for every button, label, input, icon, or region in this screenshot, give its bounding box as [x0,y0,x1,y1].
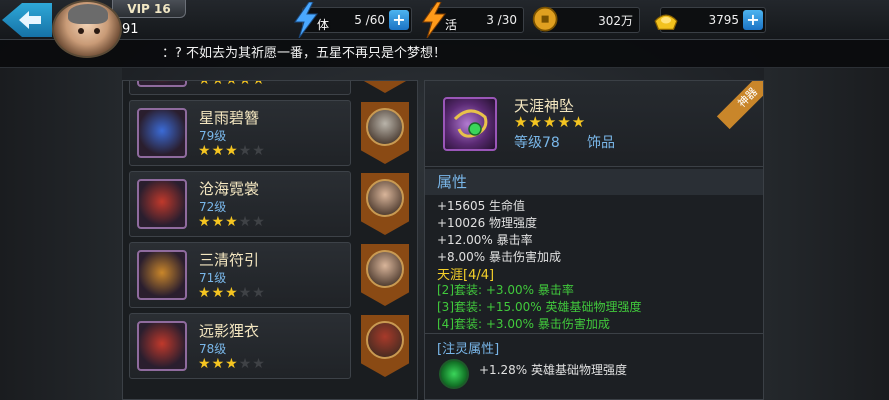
divider [425,333,763,334]
item-level: 79级 [199,129,227,143]
equipped-hero-tab[interactable] [361,81,409,93]
right-rail-decoration [764,68,889,400]
equipped-hero-tab[interactable] [361,315,409,377]
equipment-list[interactable]: 远影血镯81级★★★★★星雨碧簪79级★★★★★沧海霓裳72级★★★★★三清符引… [122,80,418,400]
set-bonus-line: [4]套装: +3.00% 暴击伤害加成 [437,317,610,331]
star-filled-icon: ★ [198,285,212,301]
attribute-line: +12.00% 暴击率 [437,233,533,247]
equipment-type: 饰品 [587,135,615,151]
star-empty-icon: ★ [238,285,253,301]
hero-portrait-icon [366,179,404,217]
spirit-title: [注灵属性] [437,342,500,357]
star-empty-icon: ★ [252,143,266,159]
hero-portrait-icon [366,250,404,288]
equipped-hero-tab[interactable] [361,102,409,164]
player-avatar[interactable] [52,0,122,58]
star-empty-icon: ★ [252,356,266,372]
star-filled-icon: ★ [225,285,239,301]
item-level: 78级 [199,342,227,356]
vip-badge: VIP 16 [112,0,186,18]
top-bar: VIP 16 91 体 5 /60 + 活 3 /30 302万 3795 + [0,0,889,58]
equipment-stars: ★★★★★ [514,113,587,131]
spirit-swirl-icon [439,359,469,389]
gold-counter: 3795 + [654,7,766,33]
energy-counter: 活 3 /30 [422,2,524,38]
hero-portrait-icon [366,108,404,146]
star-empty-icon: ★ [238,143,253,159]
star-filled-icon: ★ [198,214,212,230]
item-star-rating: ★★★★★ [198,285,266,301]
star-filled-icon: ★ [225,80,239,88]
hairpin-icon [137,108,187,158]
attribute-line: +8.00% 暴击伤害加成 [437,250,561,264]
spirit-value: +1.28% 英雄基础物理强度 [479,363,627,377]
star-filled-icon: ★ [211,356,226,372]
item-level: 72级 [199,200,227,214]
star-filled-icon: ★ [225,143,239,159]
equipment-list-item[interactable]: 远影血镯81级★★★★★ [129,80,351,95]
equipped-hero-tab[interactable] [361,173,409,235]
detail-header: 天涯神坠 ★★★★★ 等级78 饰品 神器 [425,81,763,167]
star-empty-icon: ★ [252,214,266,230]
star-filled-icon: ★ [211,80,226,88]
star-filled-icon: ★ [198,80,212,88]
item-name: 三清符引 [199,251,260,269]
stamina-counter: 体 5 /60 + [294,2,412,38]
player-level: 91 [122,22,139,37]
item-name: 沧海霓裳 [199,180,260,198]
star-empty-icon: ★ [238,214,253,230]
attributes-title: 属性 [425,169,763,195]
star-filled-icon: ★ [211,285,226,301]
equipment-level: 等级78 [514,135,560,151]
item-level: 71级 [199,271,227,285]
robe-icon [137,179,187,229]
equipment-detail-panel: 天涯神坠 ★★★★★ 等级78 饰品 神器 属性 +15605 生命值 +100… [424,80,764,400]
back-button[interactable] [2,3,52,37]
star-filled-icon: ★ [198,143,212,159]
item-star-rating: ★★★★★ [198,80,266,88]
equipment-list-item[interactable]: 星雨碧簪 79级 ★★★★★ [129,100,351,166]
talisman-icon [137,250,187,300]
attribute-line: +15605 生命值 [437,199,526,213]
add-stamina-button[interactable]: + [389,10,409,30]
coin-icon [532,6,558,32]
set-bonus-line: [2]套装: +3.00% 暴击率 [437,283,574,297]
left-rail-decoration [0,68,122,400]
star-empty-icon: ★ [252,285,266,301]
star-filled-icon: ★ [211,214,226,230]
star-filled-icon: ★ [211,143,226,159]
item-name: 远影狸衣 [199,322,260,340]
star-filled-icon: ★ [225,214,239,230]
item-star-rating: ★★★★★ [198,356,266,372]
star-filled-icon: ★ [238,80,253,88]
pendant-icon [443,97,497,151]
bracelet-icon [137,81,187,87]
item-name: 星雨碧簪 [199,109,260,127]
equipped-hero-tab[interactable] [361,244,409,306]
scrolling-notice: ：? 不如去为其祈愿一番，五星不再只是个梦想！ [0,40,889,68]
add-gold-button[interactable]: + [743,10,763,30]
hero-portrait-icon [366,321,404,359]
armor-icon [137,321,187,371]
back-arrow-icon [19,11,41,29]
equipment-list-item[interactable]: 三清符引 71级 ★★★★★ [129,242,351,308]
star-empty-icon: ★ [238,356,253,372]
gold-ingot-icon [654,14,678,30]
item-star-rating: ★★★★★ [198,214,266,230]
star-filled-icon: ★ [252,80,266,88]
equipment-list-item[interactable]: 沧海霓裳 72级 ★★★★★ [129,171,351,237]
equipment-list-item[interactable]: 远影狸衣 78级 ★★★★★ [129,313,351,379]
artifact-ribbon: 神器 [716,81,763,130]
coin-counter: 302万 [532,6,640,33]
star-filled-icon: ★ [225,356,239,372]
star-filled-icon: ★ [198,356,212,372]
set-bonus-line: [3]套装: +15.00% 英雄基础物理强度 [437,300,642,314]
attribute-line: +10026 物理强度 [437,216,538,230]
item-star-rating: ★★★★★ [198,143,266,159]
